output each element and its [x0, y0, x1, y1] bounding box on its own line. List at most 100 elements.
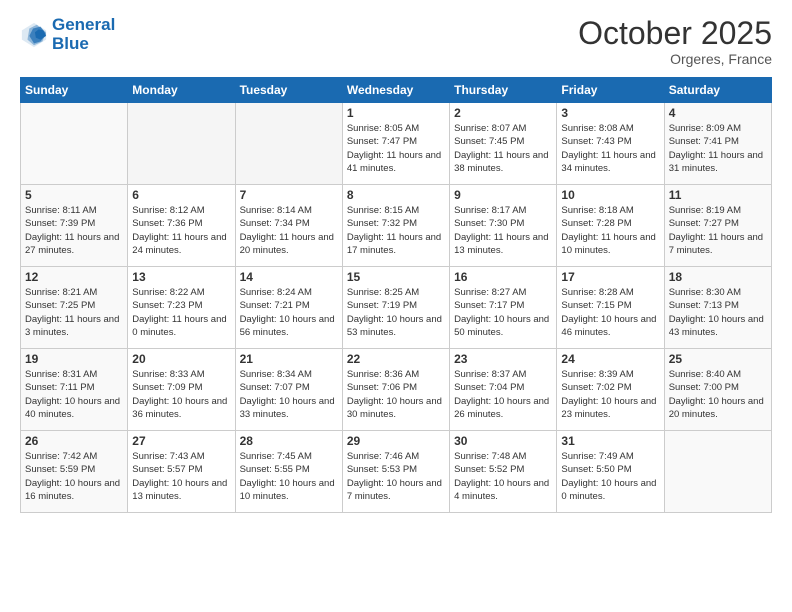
day-info: Sunrise: 8:11 AM Sunset: 7:39 PM Dayligh…	[25, 204, 123, 257]
day-number: 12	[25, 270, 123, 284]
weekday-header-saturday: Saturday	[664, 78, 771, 103]
calendar-cell: 13 Sunrise: 8:22 AM Sunset: 7:23 PM Dayli…	[128, 267, 235, 349]
calendar-cell: 17 Sunrise: 8:28 AM Sunset: 7:15 PM Dayli…	[557, 267, 664, 349]
day-number: 23	[454, 352, 552, 366]
day-number: 10	[561, 188, 659, 202]
weekday-header-wednesday: Wednesday	[342, 78, 449, 103]
calendar-cell: 4Sunrise: 8:09 AM Sunset: 7:41 PM Daylig…	[664, 103, 771, 185]
day-info: Sunrise: 8:19 AM Sunset: 7:27 PM Dayligh…	[669, 204, 767, 257]
day-number: 5	[25, 188, 123, 202]
week-row-1: 1Sunrise: 8:05 AM Sunset: 7:47 PM Daylig…	[21, 103, 772, 185]
day-info: Sunrise: 8:36 AM Sunset: 7:06 PM Dayligh…	[347, 368, 445, 421]
day-info: Sunrise: 8:31 AM Sunset: 7:11 PM Dayligh…	[25, 368, 123, 421]
day-number: 16	[454, 270, 552, 284]
day-info: Sunrise: 8:34 AM Sunset: 7:07 PM Dayligh…	[240, 368, 338, 421]
day-info: Sunrise: 7:49 AM Sunset: 5:50 PM Dayligh…	[561, 450, 659, 503]
day-info: Sunrise: 8:27 AM Sunset: 7:17 PM Dayligh…	[454, 286, 552, 339]
day-number: 9	[454, 188, 552, 202]
day-number: 26	[25, 434, 123, 448]
weekday-header-thursday: Thursday	[450, 78, 557, 103]
day-number: 31	[561, 434, 659, 448]
day-number: 6	[132, 188, 230, 202]
day-number: 11	[669, 188, 767, 202]
logo: General Blue	[20, 16, 115, 53]
page: General Blue October 2025 Orgeres, Franc…	[0, 0, 792, 612]
day-info: Sunrise: 8:14 AM Sunset: 7:34 PM Dayligh…	[240, 204, 338, 257]
weekday-header-sunday: Sunday	[21, 78, 128, 103]
day-info: Sunrise: 8:24 AM Sunset: 7:21 PM Dayligh…	[240, 286, 338, 339]
week-row-5: 26 Sunrise: 7:42 AM Sunset: 5:59 PM Dayli…	[21, 431, 772, 513]
day-info: Sunrise: 8:05 AM Sunset: 7:47 PM Dayligh…	[347, 122, 445, 175]
day-number: 20	[132, 352, 230, 366]
day-number: 24	[561, 352, 659, 366]
calendar-cell: 2 Sunrise: 8:07 AM Sunset: 7:45 PM Daylig…	[450, 103, 557, 185]
day-info: Sunrise: 7:46 AM Sunset: 5:53 PM Dayligh…	[347, 450, 445, 503]
calendar-cell	[128, 103, 235, 185]
logo-icon	[20, 21, 48, 49]
day-info: Sunrise: 8:40 AM Sunset: 7:00 PM Dayligh…	[669, 368, 767, 421]
day-number: 15	[347, 270, 445, 284]
location: Orgeres, France	[578, 51, 772, 67]
calendar-cell: 5 Sunrise: 8:11 AM Sunset: 7:39 PM Daylig…	[21, 185, 128, 267]
calendar-cell: 26 Sunrise: 7:42 AM Sunset: 5:59 PM Dayli…	[21, 431, 128, 513]
day-info: Sunrise: 8:18 AM Sunset: 7:28 PM Dayligh…	[561, 204, 659, 257]
day-number: 28	[240, 434, 338, 448]
calendar-cell: 25 Sunrise: 8:40 AM Sunset: 7:00 PM Dayli…	[664, 349, 771, 431]
calendar-table: SundayMondayTuesdayWednesdayThursdayFrid…	[20, 77, 772, 513]
day-number: 4	[669, 106, 767, 120]
weekday-header-monday: Monday	[128, 78, 235, 103]
day-number: 30	[454, 434, 552, 448]
day-number: 13	[132, 270, 230, 284]
calendar-cell: 8 Sunrise: 8:15 AM Sunset: 7:32 PM Daylig…	[342, 185, 449, 267]
day-number: 17	[561, 270, 659, 284]
day-info: Sunrise: 8:17 AM Sunset: 7:30 PM Dayligh…	[454, 204, 552, 257]
week-row-3: 12 Sunrise: 8:21 AM Sunset: 7:25 PM Dayli…	[21, 267, 772, 349]
day-info: Sunrise: 8:25 AM Sunset: 7:19 PM Dayligh…	[347, 286, 445, 339]
day-number: 3	[561, 106, 659, 120]
day-number: 29	[347, 434, 445, 448]
calendar-cell: 3 Sunrise: 8:08 AM Sunset: 7:43 PM Daylig…	[557, 103, 664, 185]
day-number: 14	[240, 270, 338, 284]
day-info: Sunrise: 7:43 AM Sunset: 5:57 PM Dayligh…	[132, 450, 230, 503]
day-number: 19	[25, 352, 123, 366]
day-info: Sunrise: 8:15 AM Sunset: 7:32 PM Dayligh…	[347, 204, 445, 257]
day-info: Sunrise: 8:08 AM Sunset: 7:43 PM Dayligh…	[561, 122, 659, 175]
calendar-cell: 20Sunrise: 8:33 AM Sunset: 7:09 PM Dayli…	[128, 349, 235, 431]
calendar-cell: 9 Sunrise: 8:17 AM Sunset: 7:30 PM Daylig…	[450, 185, 557, 267]
calendar-cell: 19 Sunrise: 8:31 AM Sunset: 7:11 PM Dayli…	[21, 349, 128, 431]
day-info: Sunrise: 8:22 AM Sunset: 7:23 PM Dayligh…	[132, 286, 230, 339]
calendar-cell: 23 Sunrise: 8:37 AM Sunset: 7:04 PM Dayli…	[450, 349, 557, 431]
day-number: 8	[347, 188, 445, 202]
day-info: Sunrise: 8:07 AM Sunset: 7:45 PM Dayligh…	[454, 122, 552, 175]
calendar-cell: 28 Sunrise: 7:45 AM Sunset: 5:55 PM Dayli…	[235, 431, 342, 513]
calendar-cell: 10 Sunrise: 8:18 AM Sunset: 7:28 PM Dayli…	[557, 185, 664, 267]
week-row-4: 19 Sunrise: 8:31 AM Sunset: 7:11 PM Dayli…	[21, 349, 772, 431]
day-info: Sunrise: 8:21 AM Sunset: 7:25 PM Dayligh…	[25, 286, 123, 339]
day-info: Sunrise: 7:45 AM Sunset: 5:55 PM Dayligh…	[240, 450, 338, 503]
calendar-cell: 27 Sunrise: 7:43 AM Sunset: 5:57 PM Dayli…	[128, 431, 235, 513]
calendar-cell: 18Sunrise: 8:30 AM Sunset: 7:13 PM Dayli…	[664, 267, 771, 349]
calendar-cell: 16 Sunrise: 8:27 AM Sunset: 7:17 PM Dayli…	[450, 267, 557, 349]
calendar-cell: 15 Sunrise: 8:25 AM Sunset: 7:19 PM Dayli…	[342, 267, 449, 349]
day-info: Sunrise: 8:37 AM Sunset: 7:04 PM Dayligh…	[454, 368, 552, 421]
calendar-cell: 6 Sunrise: 8:12 AM Sunset: 7:36 PM Daylig…	[128, 185, 235, 267]
week-row-2: 5 Sunrise: 8:11 AM Sunset: 7:39 PM Daylig…	[21, 185, 772, 267]
month-title: October 2025	[578, 16, 772, 51]
logo-text: General Blue	[52, 16, 115, 53]
day-number: 2	[454, 106, 552, 120]
day-number: 27	[132, 434, 230, 448]
calendar-cell: 7Sunrise: 8:14 AM Sunset: 7:34 PM Daylig…	[235, 185, 342, 267]
calendar-cell	[21, 103, 128, 185]
day-info: Sunrise: 7:48 AM Sunset: 5:52 PM Dayligh…	[454, 450, 552, 503]
calendar-cell: 12 Sunrise: 8:21 AM Sunset: 7:25 PM Dayli…	[21, 267, 128, 349]
calendar-cell: 11 Sunrise: 8:19 AM Sunset: 7:27 PM Dayli…	[664, 185, 771, 267]
calendar-cell: 22Sunrise: 8:36 AM Sunset: 7:06 PM Dayli…	[342, 349, 449, 431]
calendar-cell: 30 Sunrise: 7:48 AM Sunset: 5:52 PM Dayli…	[450, 431, 557, 513]
calendar-cell	[664, 431, 771, 513]
day-info: Sunrise: 7:42 AM Sunset: 5:59 PM Dayligh…	[25, 450, 123, 503]
day-info: Sunrise: 8:28 AM Sunset: 7:15 PM Dayligh…	[561, 286, 659, 339]
day-info: Sunrise: 8:12 AM Sunset: 7:36 PM Dayligh…	[132, 204, 230, 257]
day-info: Sunrise: 8:39 AM Sunset: 7:02 PM Dayligh…	[561, 368, 659, 421]
weekday-header-friday: Friday	[557, 78, 664, 103]
day-number: 25	[669, 352, 767, 366]
